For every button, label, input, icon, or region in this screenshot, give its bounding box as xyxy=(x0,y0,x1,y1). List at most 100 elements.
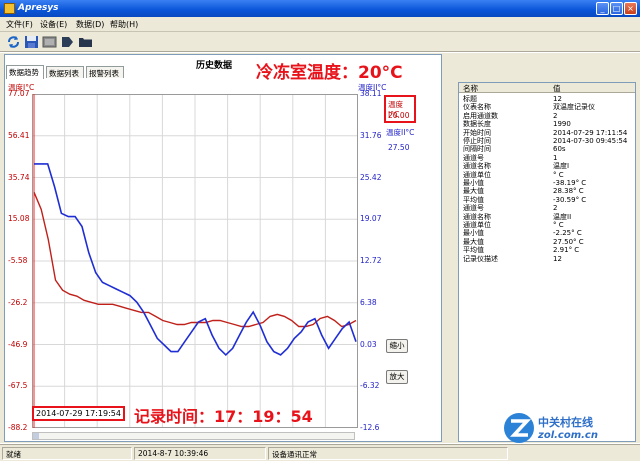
window-title: Apresys xyxy=(18,3,59,13)
trend-chart[interactable] xyxy=(32,94,358,428)
right-tick-label: 0.03 xyxy=(360,339,377,349)
device-icon[interactable] xyxy=(42,35,57,49)
property-value: 1990 xyxy=(553,120,571,129)
right-tick-label: 31.76 xyxy=(360,130,382,140)
props-value-header: 值 xyxy=(517,83,635,93)
property-name: 平均值 xyxy=(463,246,484,255)
props-name-header: 名称 xyxy=(459,83,517,93)
property-name: 最大值 xyxy=(463,187,484,196)
right-tick-label: 25.42 xyxy=(360,172,382,182)
left-tick-label: -46.9 xyxy=(8,339,28,349)
property-value: 28.38° C xyxy=(553,187,584,196)
readout-box: 温度I°C 20.00 xyxy=(384,95,416,123)
property-value: 2014-07-30 09:45:54 xyxy=(553,137,628,145)
app-icon xyxy=(4,3,15,14)
export-icon[interactable] xyxy=(60,35,75,49)
right-tick-label: 19.07 xyxy=(360,214,382,224)
record-time-display: 2014-07-29 17:19:54 xyxy=(32,406,125,421)
property-value: 2 xyxy=(553,204,558,213)
property-name: 开始时间 xyxy=(463,128,491,137)
property-name: 仪表名称 xyxy=(463,103,491,112)
left-tick-label: 35.74 xyxy=(8,172,30,182)
property-value: 2014-07-29 17:11:54 xyxy=(553,128,628,137)
property-value: -2.25° C xyxy=(553,229,582,238)
property-value: 27.50° C xyxy=(553,237,584,246)
property-name: 标题 xyxy=(463,95,477,103)
right-tick-label: 12.72 xyxy=(360,256,382,265)
property-value: 2.91° C xyxy=(553,246,580,255)
menu-file[interactable]: 文件(F) xyxy=(6,19,33,30)
watermark-text: 中关村在线 xyxy=(538,416,593,429)
property-value: ° C xyxy=(553,170,564,179)
tab-data-list[interactable]: 数据列表 xyxy=(46,66,84,78)
folder-icon[interactable] xyxy=(78,35,93,49)
readout-value-1: 20.00 xyxy=(388,111,410,120)
property-name: 通道单位 xyxy=(463,170,491,179)
property-name: 最小值 xyxy=(463,179,484,187)
property-name: 启用通道数 xyxy=(463,111,498,120)
chart-scrollbar[interactable] xyxy=(32,432,355,440)
title-bar: Apresys _ □ × xyxy=(0,0,640,17)
property-value: 12 xyxy=(553,95,562,103)
property-value: 60s xyxy=(553,145,566,154)
panel-title: 历史数据 xyxy=(196,61,233,71)
right-tick-label: -12.6 xyxy=(360,423,380,432)
status-ready: 就绪 xyxy=(2,447,132,460)
menu-device[interactable]: 设备(E) xyxy=(40,19,67,30)
property-name: 通道号 xyxy=(463,153,484,162)
temperature-annotation: 冷冻室温度：20°C xyxy=(256,63,403,83)
time-annotation: 记录时间：17：19：54 xyxy=(134,407,313,426)
property-name: 通道单位 xyxy=(463,221,491,229)
tab-alarm-list[interactable]: 报警列表 xyxy=(86,66,124,78)
save-icon[interactable] xyxy=(24,35,39,49)
property-name: 记录仪描述 xyxy=(463,254,498,263)
property-name: 平均值 xyxy=(463,195,484,204)
refresh-icon[interactable] xyxy=(6,35,21,49)
property-value: 双温度记录仪 xyxy=(553,103,595,112)
zol-logo-icon xyxy=(504,413,534,443)
property-value: 12 xyxy=(553,254,562,263)
property-value: 2 xyxy=(553,111,558,120)
minimize-button[interactable]: _ xyxy=(596,2,609,15)
readout-value-2: 27.50 xyxy=(388,143,410,152)
left-tick-label: -67.5 xyxy=(8,381,28,391)
property-value: ° C xyxy=(553,221,564,229)
left-tick-label: 77.07 xyxy=(8,89,30,98)
close-button[interactable]: × xyxy=(624,2,637,15)
watermark-url: zol.com.cn xyxy=(538,430,598,441)
left-tick-label: -88.2 xyxy=(8,423,28,432)
maximize-button[interactable]: □ xyxy=(610,2,623,15)
readout-label-2: 温度II°C xyxy=(386,128,415,137)
property-name: 通道名称 xyxy=(463,162,491,171)
property-value: 1 xyxy=(553,153,558,162)
menu-help[interactable]: 帮助(H) xyxy=(110,19,138,30)
status-datetime: 2014-8-7 10:39:46 xyxy=(134,447,266,460)
watermark-logo: 中关村在线 zol.com.cn xyxy=(500,408,640,448)
left-tick-label: 56.41 xyxy=(8,130,30,140)
toolbar xyxy=(0,32,640,52)
left-tick-label: 15.08 xyxy=(8,214,30,224)
property-name: 间隔时间 xyxy=(463,145,491,154)
property-name: 通道号 xyxy=(463,204,484,213)
menu-data[interactable]: 数据(D) xyxy=(76,19,104,30)
right-tick-label: -6.32 xyxy=(360,381,380,391)
status-message: 设备通讯正常 xyxy=(268,447,508,460)
property-value: -30.59° C xyxy=(553,195,587,204)
property-value: -38.19° C xyxy=(553,179,587,187)
left-tick-label: -5.58 xyxy=(8,256,28,265)
right-tick-label: 38.11 xyxy=(360,89,382,98)
zoom-in-button[interactable]: 放大 xyxy=(386,370,408,384)
property-name: 通道名称 xyxy=(463,212,491,221)
property-value: 温度I xyxy=(553,162,570,171)
properties-panel: 名称 值 标题 12 仪表名称 双温度记录仪 启用通道数 2 数据长度 1990 开始时间 201… xyxy=(458,82,636,442)
property-name: 停止时间 xyxy=(463,137,491,145)
scroll-thumb[interactable] xyxy=(33,433,39,439)
property-value: 温度II xyxy=(553,212,572,221)
left-tick-label: -26.2 xyxy=(8,297,28,307)
property-name: 最大值 xyxy=(463,237,484,246)
menu-bar: 文件(F) 设备(E) 数据(D) 帮助(H) xyxy=(0,17,640,32)
zoom-out-button[interactable]: 缩小 xyxy=(386,339,408,353)
right-tick-label: 6.38 xyxy=(360,297,377,307)
property-name: 数据长度 xyxy=(463,120,491,129)
tab-trend[interactable]: 数据趋势 xyxy=(6,65,44,79)
